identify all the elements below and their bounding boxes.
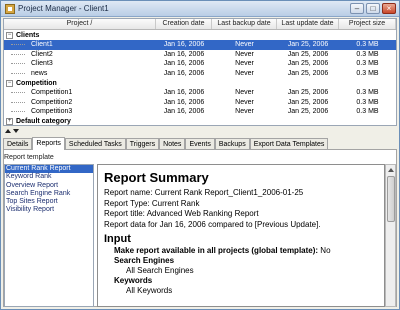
report-data-line: Report data for Jan 16, 2006 compared to…	[104, 219, 321, 229]
update-date-cell: Jan 25, 2006	[287, 60, 329, 67]
creation-date-cell: Jan 16, 2006	[163, 60, 205, 67]
update-date-cell: Jan 25, 2006	[287, 98, 329, 106]
template-list-item[interactable]: Current Rank Report	[5, 165, 93, 174]
collapse-down-icon[interactable]	[13, 129, 19, 133]
title-bar[interactable]: Project Manager - Client1 – □ ×	[1, 1, 399, 17]
update-date-cell: Jan 25, 2006	[287, 50, 329, 58]
column-header-project[interactable]: Project /	[4, 19, 156, 29]
column-header-last-backup-date[interactable]: Last backup date	[212, 19, 277, 29]
scroll-thumb[interactable]	[387, 176, 395, 222]
report-name-line: Report name: Current Rank Report_Client1…	[104, 188, 304, 197]
size-cell: 0.3 MB	[356, 41, 379, 48]
collapse-icon[interactable]: −	[6, 31, 13, 39]
projects-grid: Project / Creation date Last backup date…	[3, 18, 397, 126]
group-name: Default category	[16, 118, 71, 125]
creation-date-cell: Jan 16, 2006	[163, 41, 205, 48]
column-header-last-update-date[interactable]: Last update date	[277, 19, 339, 29]
sort-indicator: /	[90, 20, 93, 27]
project-name-cell: Client2	[4, 50, 156, 60]
report-preview: Report Summary Report name: Current Rank…	[97, 164, 385, 307]
report-title-line: Report title: Advanced Web Ranking Repor…	[104, 209, 259, 218]
table-row[interactable]: Competition1 Jan 16, 2006 Never Jan 25, 200…	[4, 88, 396, 98]
report-type-line: Report Type: Current Rank	[104, 198, 200, 208]
collapse-up-icon[interactable]	[5, 129, 11, 133]
group-name: Competition	[16, 79, 57, 87]
backup-date-cell: Never	[235, 60, 254, 67]
group-name: Clients	[16, 31, 40, 39]
template-list-item[interactable]: Top Sites Report	[5, 198, 93, 206]
table-row[interactable]: Client1 Jan 16, 2006 Never Jan 25, 2006 0.3 …	[4, 40, 396, 50]
update-date-cell: Jan 25, 2006	[287, 89, 329, 96]
group-row[interactable]: + Default category	[4, 117, 396, 127]
collapse-icon[interactable]: −	[6, 79, 13, 87]
make-available-line: Make report available in all projects (g…	[114, 246, 331, 255]
creation-date-cell: Jan 16, 2006	[163, 108, 205, 115]
input-heading: Input	[104, 233, 131, 245]
backup-date-cell: Never	[235, 69, 254, 77]
scroll-up-icon[interactable]	[388, 168, 394, 172]
template-list-item[interactable]: Keyword Rank	[5, 173, 93, 181]
backup-date-cell: Never	[235, 89, 254, 96]
backup-date-cell: Never	[235, 50, 254, 58]
project-name-cell: Client3	[4, 59, 156, 69]
project-name-cell: Competition2	[4, 98, 156, 108]
table-row[interactable]: Competition2 Jan 16, 2006 Never Jan 25, 200…	[4, 98, 396, 108]
tab-reports[interactable]: Reports	[32, 137, 65, 150]
window-controls: – □ ×	[350, 3, 396, 14]
table-row[interactable]: news Jan 16, 2006 Never Jan 25, 2006 0.3 MB	[4, 69, 396, 79]
template-list-item[interactable]: Search Engine Rank	[5, 190, 93, 198]
report-template-label: Report template	[4, 154, 54, 161]
minimize-button[interactable]: –	[350, 3, 364, 14]
project-name-cell: Client1	[4, 40, 156, 50]
size-cell: 0.3 MB	[356, 69, 379, 77]
backup-date-cell: Never	[235, 108, 254, 115]
update-date-cell: Jan 25, 2006	[287, 69, 329, 77]
template-list-item[interactable]: Visibility Report	[5, 206, 93, 214]
creation-date-cell: Jan 16, 2006	[163, 98, 205, 106]
column-header-project-size[interactable]: Project size	[339, 19, 396, 29]
creation-date-cell: Jan 16, 2006	[163, 89, 205, 96]
group-row[interactable]: − Competition	[4, 78, 396, 88]
report-scrollbar[interactable]	[385, 164, 396, 307]
project-name-cell: Competition3	[4, 107, 156, 117]
size-cell: 0.3 MB	[356, 60, 379, 67]
grid-body: − Clients Client1 Jan 16, 2006 Never Jan 25, …	[4, 30, 396, 127]
keywords-label: Keywords	[114, 276, 153, 285]
expand-icon[interactable]: +	[6, 118, 13, 125]
creation-date-cell: Jan 16, 2006	[163, 69, 205, 77]
close-button[interactable]: ×	[382, 3, 396, 14]
update-date-cell: Jan 25, 2006	[287, 41, 329, 48]
backup-date-cell: Never	[235, 98, 254, 106]
window-title: Project Manager - Client1	[18, 4, 109, 13]
search-engines-value: All Search Engines	[126, 266, 194, 275]
table-row[interactable]: Competition3 Jan 16, 2006 Never Jan 25, 200…	[4, 107, 396, 117]
search-engines-label: Search Engines	[114, 256, 175, 265]
report-template-list: Current Rank Report Keyword Rank Overview …	[4, 164, 94, 307]
panel-splitter[interactable]	[3, 128, 397, 134]
size-cell: 0.3 MB	[356, 89, 379, 96]
update-date-cell: Jan 25, 2006	[287, 108, 329, 115]
size-cell: 0.3 MB	[356, 108, 379, 115]
project-name-cell: news	[4, 69, 156, 79]
template-list-item[interactable]: Overview Report	[5, 182, 93, 190]
backup-date-cell: Never	[235, 41, 254, 48]
table-row[interactable]: Client2 Jan 16, 2006 Never Jan 25, 2006 0.3 …	[4, 50, 396, 60]
report-title: Report Summary	[104, 170, 209, 185]
keywords-value: All Keywords	[126, 286, 173, 295]
grid-header: Project / Creation date Last backup date…	[4, 19, 396, 30]
app-icon	[5, 3, 15, 14]
creation-date-cell: Jan 16, 2006	[163, 50, 205, 58]
size-cell: 0.3 MB	[356, 50, 379, 58]
group-row[interactable]: − Clients	[4, 30, 396, 40]
project-name-cell: Competition1	[4, 88, 156, 98]
table-row[interactable]: Client3 Jan 16, 2006 Never Jan 25, 2006 0.3 …	[4, 59, 396, 69]
maximize-button[interactable]: □	[366, 3, 380, 14]
column-header-creation-date[interactable]: Creation date	[156, 19, 212, 29]
size-cell: 0.3 MB	[356, 98, 379, 106]
